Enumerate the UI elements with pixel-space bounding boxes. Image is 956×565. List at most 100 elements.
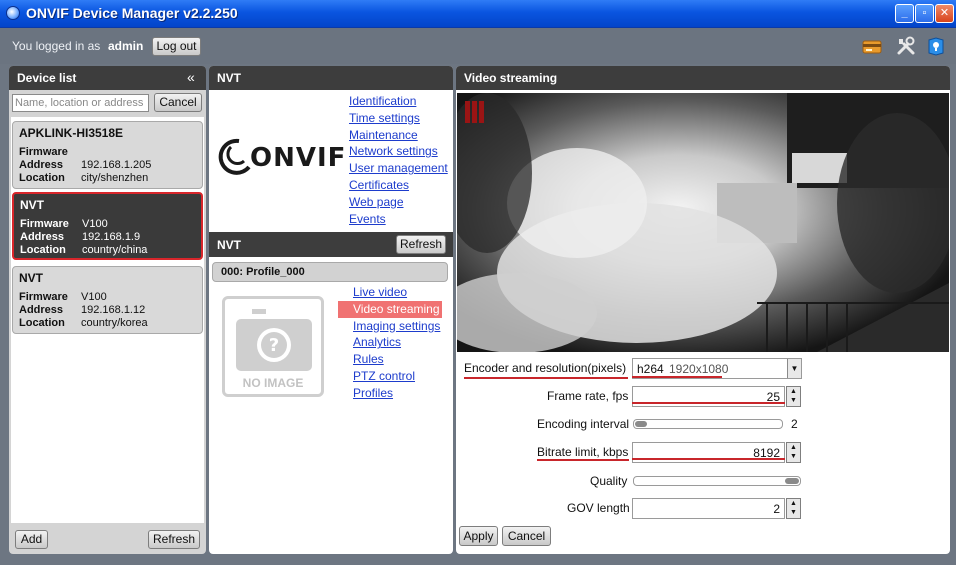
firmware-label: Firmware bbox=[20, 218, 69, 230]
quality-slider[interactable] bbox=[633, 476, 801, 486]
no-image-placeholder: ? NO IMAGE bbox=[222, 296, 324, 397]
address-label: Address bbox=[19, 159, 64, 171]
link-user-management[interactable]: User management bbox=[349, 160, 448, 177]
spin-up-icon[interactable]: ▲ bbox=[787, 499, 800, 508]
refresh-devices-button[interactable]: Refresh bbox=[148, 530, 200, 549]
link-certificates[interactable]: Certificates bbox=[349, 177, 448, 194]
quality-label: Quality bbox=[590, 474, 628, 488]
window-title-bar[interactable]: ONVIF Device Manager v2.2.250 _ ▫ ✕ bbox=[0, 0, 956, 28]
bitrate-label: Bitrate limit, kbps bbox=[537, 445, 629, 459]
profile-links: Live video Video streaming Imaging setti… bbox=[338, 284, 442, 402]
frame-rate-underline bbox=[632, 402, 785, 404]
link-identification[interactable]: Identification bbox=[349, 93, 448, 110]
camera-placeholder-icon: ? bbox=[236, 309, 312, 371]
gov-length-input[interactable]: 2 bbox=[632, 498, 785, 519]
link-profiles[interactable]: Profiles bbox=[338, 385, 442, 402]
tools-icon[interactable] bbox=[896, 36, 916, 56]
gov-length-label: GOV length bbox=[567, 501, 630, 515]
spin-down-icon[interactable]: ▼ bbox=[787, 396, 800, 405]
device-list-title: Device list bbox=[17, 71, 77, 85]
link-events[interactable]: Events bbox=[349, 211, 448, 228]
apply-button[interactable]: Apply bbox=[459, 526, 498, 546]
encoding-interval-fill bbox=[635, 421, 647, 427]
encoding-interval-slider[interactable] bbox=[633, 419, 783, 429]
device-card-selected[interactable]: NVT Firmware V100 Address 192.168.1.9 Loca… bbox=[12, 192, 203, 260]
video-streaming-title: Video streaming bbox=[464, 71, 558, 85]
link-time-settings[interactable]: Time settings bbox=[349, 110, 448, 127]
frame-rate-stepper[interactable]: ▲ ▼ bbox=[786, 386, 801, 407]
help-icon[interactable] bbox=[926, 36, 946, 56]
logout-button[interactable]: Log out bbox=[152, 37, 201, 56]
video-preview[interactable] bbox=[457, 93, 949, 352]
close-icon: ✕ bbox=[939, 7, 950, 19]
svg-text:?: ? bbox=[269, 335, 279, 356]
link-web-page[interactable]: Web page bbox=[349, 194, 448, 211]
add-device-button[interactable]: Add bbox=[15, 530, 48, 549]
gov-length-value: 2 bbox=[773, 502, 780, 516]
nvt-header: NVT bbox=[209, 66, 453, 90]
close-button[interactable]: ✕ bbox=[935, 4, 954, 23]
encoder-resolution: 1920x1080 bbox=[669, 362, 729, 376]
link-ptz-control[interactable]: PTZ control bbox=[338, 368, 442, 385]
profile-title: 000: Profile_000 bbox=[221, 266, 305, 278]
maximize-icon: ▫ bbox=[922, 7, 927, 19]
minimize-icon: _ bbox=[901, 7, 908, 19]
onvif-app-icon bbox=[6, 6, 20, 20]
spin-down-icon[interactable]: ▼ bbox=[787, 452, 800, 461]
firmware-label: Firmware bbox=[19, 291, 68, 303]
spin-up-icon[interactable]: ▲ bbox=[787, 443, 800, 452]
app-header: You logged in as admin Log out bbox=[0, 28, 956, 64]
video-frame bbox=[457, 93, 949, 352]
device-card[interactable]: NVT Firmware V100 Address 192.168.1.12 Loc… bbox=[12, 266, 203, 334]
video-streaming-header: Video streaming bbox=[456, 66, 950, 90]
profile-header[interactable]: 000: Profile_000 bbox=[212, 262, 448, 282]
gov-length-stepper[interactable]: ▲ ▼ bbox=[786, 498, 801, 519]
address-value: 192.168.1.9 bbox=[82, 231, 141, 243]
link-live-video[interactable]: Live video bbox=[338, 284, 442, 301]
quality-slider-thumb[interactable] bbox=[785, 478, 799, 484]
link-rules[interactable]: Rules bbox=[338, 351, 442, 368]
minimize-button[interactable]: _ bbox=[895, 4, 914, 23]
firmware-label: Firmware bbox=[19, 146, 68, 158]
device-links: Identification Time settings Maintenance… bbox=[349, 93, 448, 227]
cancel-button[interactable]: Cancel bbox=[502, 526, 551, 546]
location-label: Location bbox=[19, 317, 65, 329]
location-label: Location bbox=[20, 244, 66, 256]
link-video-streaming[interactable]: Video streaming bbox=[338, 300, 442, 318]
location-value: city/shenzhen bbox=[81, 172, 149, 184]
device-search-input[interactable]: Name, location or address bbox=[12, 94, 149, 112]
credit-card-icon[interactable] bbox=[862, 36, 882, 56]
search-cancel-button[interactable]: Cancel bbox=[154, 93, 202, 112]
logged-in-text: You logged in as bbox=[12, 39, 101, 53]
address-value: 192.168.1.205 bbox=[81, 159, 152, 171]
location-label: Location bbox=[19, 172, 65, 184]
location-value: country/korea bbox=[81, 317, 148, 329]
encoder-annotation-underline bbox=[464, 377, 628, 379]
firmware-value: V100 bbox=[82, 218, 108, 230]
device-card[interactable]: APKLINK-HI3518E Firmware Address 192.168.… bbox=[12, 121, 203, 189]
onvif-logo-text: ONVIF bbox=[250, 143, 347, 173]
address-label: Address bbox=[19, 304, 64, 316]
frame-rate-label: Frame rate, fps bbox=[547, 389, 629, 403]
nvt-title: NVT bbox=[217, 71, 241, 85]
link-imaging-settings[interactable]: Imaging settings bbox=[338, 318, 442, 335]
encoder-label: Encoder and resolution(pixels) bbox=[464, 361, 627, 375]
dropdown-arrow-icon[interactable]: ▼ bbox=[787, 359, 801, 378]
spin-up-icon[interactable]: ▲ bbox=[787, 387, 800, 396]
nvt-refresh-button[interactable]: Refresh bbox=[396, 235, 446, 254]
bitrate-label-underline bbox=[537, 459, 629, 461]
maximize-button[interactable]: ▫ bbox=[915, 4, 934, 23]
link-network-settings[interactable]: Network settings bbox=[349, 143, 448, 160]
device-name: APKLINK-HI3518E bbox=[19, 126, 124, 140]
bitrate-stepper[interactable]: ▲ ▼ bbox=[786, 442, 801, 463]
link-analytics[interactable]: Analytics bbox=[338, 334, 442, 351]
collapse-icon[interactable]: « bbox=[187, 69, 195, 85]
spin-down-icon[interactable]: ▼ bbox=[787, 508, 800, 517]
location-value: country/china bbox=[82, 244, 148, 256]
nvt-section-title: NVT bbox=[217, 238, 241, 252]
username: admin bbox=[108, 39, 144, 53]
no-image-text: NO IMAGE bbox=[242, 376, 304, 390]
encoder-value-underline bbox=[632, 376, 722, 378]
address-value: 192.168.1.12 bbox=[81, 304, 146, 316]
link-maintenance[interactable]: Maintenance bbox=[349, 127, 448, 144]
